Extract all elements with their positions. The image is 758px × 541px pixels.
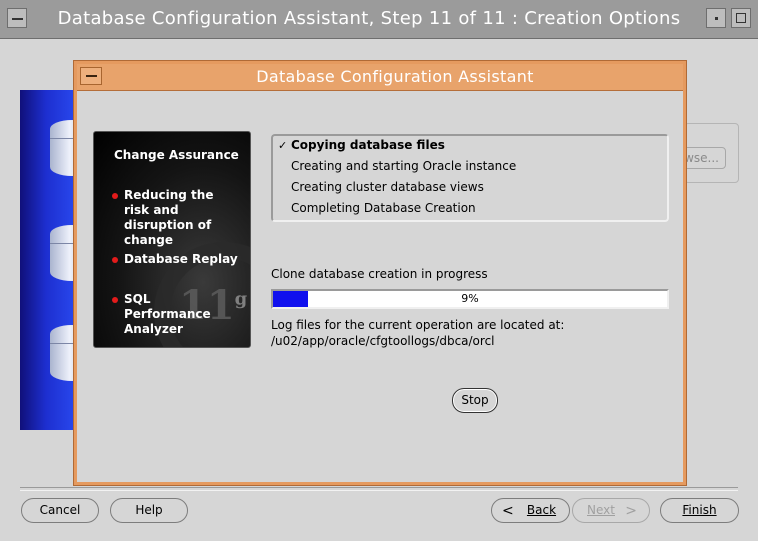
check-icon: ✓ — [278, 139, 288, 152]
log-path: /u02/app/oracle/cfgtoollogs/dbca/orcl — [271, 334, 495, 348]
footer-separator — [20, 487, 738, 491]
back-button[interactable]: < Back — [491, 498, 570, 523]
next-button: Next > — [572, 498, 650, 523]
finish-button[interactable]: Finish — [660, 498, 739, 523]
stop-label: Stop — [461, 393, 489, 407]
bullet-icon — [112, 257, 118, 263]
chevron-right-icon: > — [625, 503, 637, 519]
help-button[interactable]: Help — [110, 498, 188, 523]
window-title: Database Configuration Assistant, Step 1… — [57, 8, 681, 29]
progress-label: 9% — [461, 292, 479, 305]
step-item: Completing Database Creation — [291, 201, 476, 215]
chevron-left-icon: < — [502, 503, 514, 519]
window-menu-icon[interactable] — [7, 8, 27, 28]
progress-dialog: Database Configuration Assistant 11g Cha… — [74, 61, 686, 485]
dialog-title: Database Configuration Assistant — [256, 67, 534, 86]
promo-panel: 11g Change Assurance Reducing the risk a… — [93, 131, 251, 348]
promo-item: Reducing the risk and disruption of chan… — [124, 188, 214, 247]
status-text: Clone database creation in progress — [271, 267, 488, 281]
maximize-icon[interactable] — [731, 8, 751, 28]
help-label: Help — [135, 503, 163, 517]
step-item: Creating cluster database views — [291, 180, 484, 194]
cancel-button[interactable]: Cancel — [21, 498, 99, 523]
database-cylinders-image — [20, 90, 78, 430]
cancel-label: Cancel — [39, 503, 81, 517]
window-titlebar: Database Configuration Assistant, Step 1… — [0, 0, 758, 39]
step-item: Creating and starting Oracle instance — [291, 159, 517, 173]
steps-list: ✓ Copying database files Creating and st… — [271, 134, 669, 222]
minimize-icon[interactable] — [706, 8, 726, 28]
bullet-icon — [112, 193, 118, 199]
progress-bar: 9% — [271, 289, 669, 309]
promo-heading: Change Assurance — [114, 148, 239, 162]
bullet-icon — [112, 297, 118, 303]
dialog-menu-icon[interactable] — [80, 67, 102, 85]
stop-button[interactable]: Stop — [452, 388, 498, 413]
promo-item: Database Replay — [124, 252, 238, 266]
dialog-titlebar: Database Configuration Assistant — [77, 64, 683, 91]
log-location-label: Log files for the current operation are … — [271, 318, 565, 332]
promo-item: SQL Performance Analyzer — [124, 292, 211, 336]
finish-label: Finish — [682, 503, 717, 517]
step-item-current: Copying database files — [291, 138, 445, 152]
